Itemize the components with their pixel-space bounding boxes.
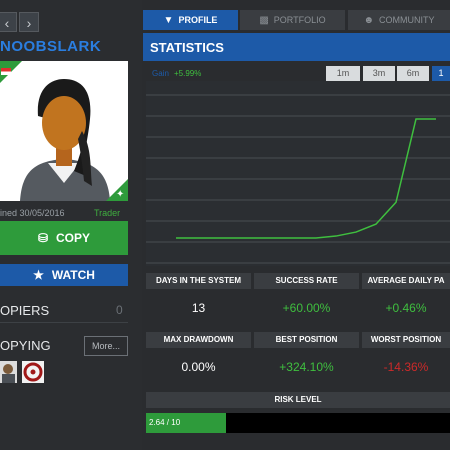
stat-header: SUCCESS RATE — [254, 273, 359, 289]
stat-header: AVERAGE DAILY PA — [362, 273, 450, 289]
star-plus-icon: ★ — [33, 268, 44, 282]
copied-trader-avatar-2[interactable] — [22, 361, 44, 383]
stat-value: +324.10% — [279, 360, 334, 374]
back-arrow-button[interactable]: ‹ — [0, 12, 17, 32]
copiers-label: OPIERS — [0, 303, 50, 318]
copying-label: OPYING — [0, 338, 51, 353]
watch-button[interactable]: ★ WATCH — [0, 264, 128, 286]
range-6m-button[interactable]: 6m — [397, 66, 429, 81]
more-button[interactable]: More... — [84, 336, 128, 356]
statistics-header: STATISTICS — [143, 33, 450, 61]
range-3m-button[interactable]: 3m — [363, 66, 395, 81]
stat-header: WORST POSITION — [362, 332, 450, 348]
forward-arrow-button[interactable]: › — [19, 12, 39, 32]
risk-level-value: 2.64 / 10 — [149, 418, 181, 427]
stat-value: -14.36% — [383, 360, 429, 374]
stat-header: BEST POSITION — [254, 332, 359, 348]
joined-date: ined 30/05/2016 — [0, 208, 65, 218]
range-1y-button[interactable]: 1 — [432, 66, 450, 81]
tab-portfolio[interactable]: ▩ PORTFOLIO — [240, 10, 345, 30]
bar-chart-icon: ▩ — [259, 14, 269, 26]
copy-button[interactable]: ⛁ COPY — [0, 221, 128, 255]
divider — [0, 322, 128, 323]
role-label: Trader — [94, 208, 121, 218]
profile-photo: ✦ — [0, 61, 128, 201]
stat-header: MAX DRAWDOWN — [146, 332, 251, 348]
tie-icon: ▼ — [163, 14, 174, 26]
gain-chart — [146, 81, 450, 266]
tab-profile[interactable]: ▼ PROFILE — [143, 10, 238, 30]
risk-level-header: RISK LEVEL — [146, 392, 450, 408]
stat-value: +60.00% — [282, 301, 331, 315]
copied-trader-avatar-1[interactable] — [0, 361, 17, 383]
gain-value: +5.99% — [174, 69, 202, 78]
copy-icon: ⛁ — [37, 231, 49, 245]
svg-text:✦: ✦ — [116, 189, 124, 200]
tab-community[interactable]: ☻ COMMUNITY — [348, 10, 450, 30]
stat-value: +0.46% — [385, 301, 427, 315]
statistics-title: STATISTICS — [150, 40, 224, 55]
username: NOOBSLARK — [0, 38, 102, 55]
copiers-count: 0 — [116, 303, 123, 317]
stat-value: 13 — [191, 301, 206, 315]
gain-label: Gain — [152, 69, 169, 78]
range-1m-button[interactable]: 1m — [326, 66, 360, 81]
stat-header: DAYS IN THE SYSTEM — [146, 273, 251, 289]
people-icon: ☻ — [363, 14, 375, 26]
risk-level-bar: 2.64 / 10 — [146, 413, 450, 433]
stat-value: 0.00% — [181, 360, 216, 374]
